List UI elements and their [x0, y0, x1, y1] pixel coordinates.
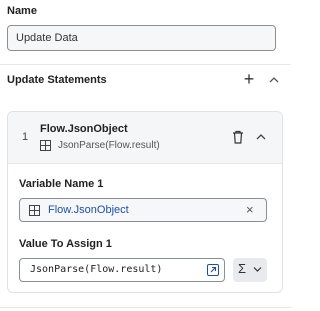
plus-icon: +	[243, 69, 255, 89]
name-label: Name	[7, 5, 37, 17]
collapse-section-button[interactable]	[268, 74, 280, 86]
value-to-assign-field[interactable]: JsonParse(Flow.result)	[19, 258, 225, 282]
variable-name-label: Variable Name 1	[19, 178, 104, 190]
divider	[0, 64, 291, 65]
chevron-up-icon	[269, 77, 279, 83]
statement-subtitle: JsonParse(Flow.result)	[58, 140, 160, 151]
value-to-assign-label: Value To Assign 1	[19, 238, 112, 250]
add-statement-button[interactable]: +	[241, 69, 257, 89]
variable-name-field[interactable]: Flow.JsonObject ×	[19, 198, 267, 222]
table-icon	[40, 140, 51, 151]
statement-card-header[interactable]: 1 Flow.JsonObject JsonParse(Flow.result)	[8, 112, 282, 164]
update-statements-title: Update Statements	[7, 74, 107, 86]
open-editor-icon[interactable]	[207, 264, 219, 276]
name-input[interactable]: Update Data	[7, 25, 276, 51]
sigma-icon: Σ	[238, 261, 247, 276]
chevron-down-icon	[253, 267, 262, 272]
scrollbar-track[interactable]	[293, 0, 303, 311]
variable-name-value: Flow.JsonObject	[48, 204, 129, 216]
formula-button[interactable]: Σ	[233, 258, 267, 282]
table-icon	[29, 205, 40, 216]
value-to-assign-value: JsonParse(Flow.result)	[30, 264, 163, 275]
statement-card: 1 Flow.JsonObject JsonParse(Flow.result)…	[7, 111, 283, 293]
trash-icon[interactable]	[232, 130, 244, 144]
divider	[0, 307, 291, 308]
chevron-up-icon[interactable]	[255, 132, 267, 142]
statement-index: 1	[22, 131, 29, 143]
statement-title: Flow.JsonObject	[40, 123, 128, 135]
clear-icon[interactable]: ×	[246, 202, 254, 217]
